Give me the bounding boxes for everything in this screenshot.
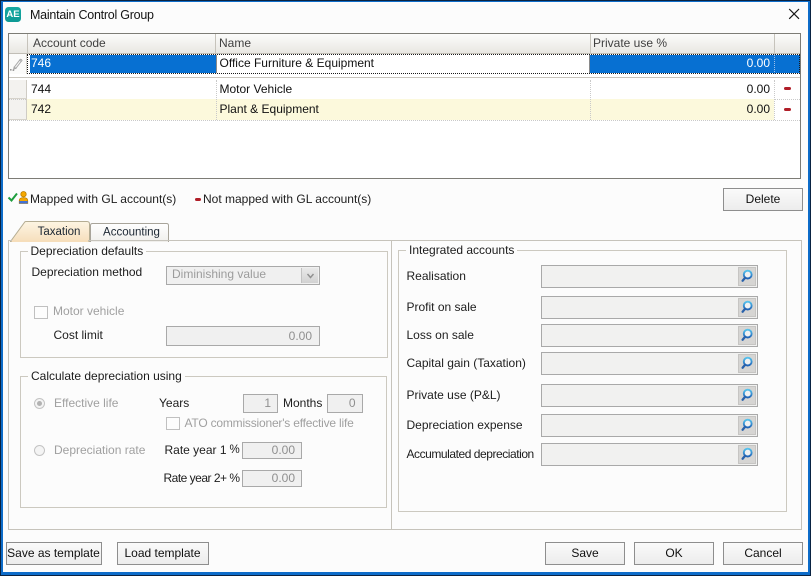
svg-text:Accounting: Accounting [103, 226, 160, 238]
svg-text:Taxation: Taxation [38, 226, 81, 238]
